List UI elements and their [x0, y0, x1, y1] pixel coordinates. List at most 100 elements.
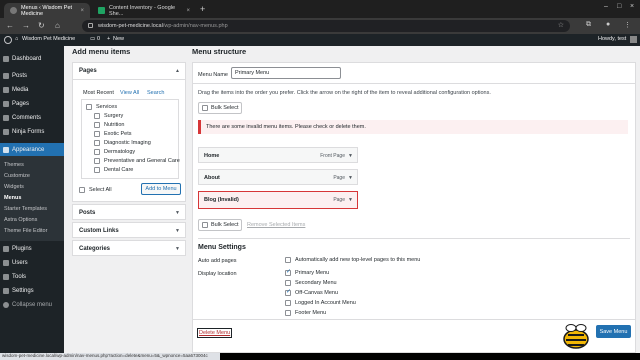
sidebar-item-appearance[interactable]: Appearance [0, 143, 64, 156]
bulk-select-button-bottom[interactable]: Bulk Select [198, 219, 242, 231]
submenu-astra-options[interactable]: Astra Options [4, 217, 37, 223]
bulk-select-button[interactable]: Bulk Select [198, 102, 242, 114]
bookmark-star-icon[interactable]: ☆ [558, 21, 564, 29]
list-item[interactable]: Nutrition [94, 122, 124, 128]
extensions-icon[interactable]: ⧉ [586, 21, 591, 29]
display-location-label: Display location [198, 271, 237, 277]
checkbox[interactable] [285, 288, 291, 296]
site-info-icon[interactable] [88, 23, 93, 28]
home-icon[interactable]: ⌂ [55, 21, 60, 30]
address-bar[interactable]: wisdom-pet-medicine.local/wp-admin/nav-m… [82, 20, 570, 32]
checkbox[interactable] [285, 280, 291, 286]
location-footer-menu[interactable]: Footer Menu [285, 310, 326, 316]
checkbox[interactable] [285, 300, 291, 306]
checkbox[interactable] [86, 104, 92, 110]
list-item[interactable]: Preventative and General Care [94, 158, 180, 164]
location-primary-menu[interactable]: Primary Menu [285, 268, 329, 276]
expand-arrow-icon[interactable]: ▼ [348, 153, 353, 159]
submenu-starter-templates[interactable]: Starter Templates [4, 206, 47, 212]
sidebar-item-tools[interactable]: Tools [0, 270, 64, 283]
add-to-menu-button[interactable]: Add to Menu [141, 183, 181, 195]
submenu-widgets[interactable]: Widgets [4, 184, 24, 190]
browser-tab-menus[interactable]: Menus ‹ Wisdom Pet Medicine × [4, 3, 90, 18]
browser-tab-content-inventory[interactable]: Content Inventory - Google She... × [92, 3, 196, 18]
menu-item-about[interactable]: About Page ▼ [198, 169, 358, 185]
submenu-theme-file-editor[interactable]: Theme File Editor [4, 228, 47, 234]
tab-view-all[interactable]: View All [120, 90, 139, 96]
pages-panel-title[interactable]: Pages [79, 68, 97, 74]
menu-item-blog-invalid[interactable]: Blog (Invalid) Page ▼ [198, 191, 358, 209]
select-all[interactable]: Select All [79, 187, 112, 193]
menu-item-home[interactable]: Home Front Page ▼ [198, 147, 358, 163]
submenu-customize[interactable]: Customize [4, 173, 30, 179]
close-tab-icon[interactable]: × [186, 8, 190, 14]
sidebar-item-comments[interactable]: Comments [0, 111, 64, 124]
list-item[interactable]: Exotic Pets [94, 131, 132, 137]
tab-most-recent[interactable]: Most Recent [83, 90, 114, 96]
list-item[interactable]: Services [86, 104, 117, 110]
expand-arrow-icon[interactable]: ▼ [348, 197, 353, 203]
list-item[interactable]: Dental Care [94, 167, 133, 173]
checkbox[interactable] [94, 140, 100, 146]
checkbox[interactable] [94, 149, 100, 155]
categories-panel[interactable]: Categories ▼ [72, 240, 186, 256]
collapse-menu-button[interactable]: Collapse menu [0, 298, 64, 311]
checkbox[interactable] [285, 268, 291, 276]
expand-arrow-icon[interactable]: ▼ [175, 228, 180, 234]
submenu-themes[interactable]: Themes [4, 162, 24, 168]
minimize-icon[interactable]: – [604, 3, 608, 10]
back-icon[interactable]: ← [6, 21, 14, 30]
sidebar-item-posts[interactable]: Posts [0, 69, 64, 82]
admin-bar-site-name[interactable]: Wisdom Pet Medicine [22, 36, 75, 42]
location-secondary-menu[interactable]: Secondary Menu [285, 280, 337, 286]
checkbox[interactable] [285, 257, 291, 263]
list-item[interactable]: Dermatology [94, 149, 135, 155]
location-off-canvas-menu[interactable]: Off-Canvas Menu [285, 288, 338, 296]
posts-panel[interactable]: Posts ▼ [72, 204, 186, 220]
close-tab-icon[interactable]: × [80, 8, 84, 14]
delete-menu-link[interactable]: Delete Menu [197, 328, 233, 338]
admin-bar-greeting[interactable]: Howdy, test [598, 36, 626, 42]
browser-menu-icon[interactable]: ⋮ [624, 21, 631, 29]
sidebar-item-dashboard[interactable]: Dashboard [0, 52, 64, 65]
admin-bar-new[interactable]: New [113, 36, 124, 42]
forward-icon[interactable]: → [22, 21, 30, 30]
expand-arrow-icon[interactable]: ▼ [175, 210, 180, 216]
avatar[interactable] [630, 36, 637, 43]
checkbox[interactable] [94, 122, 100, 128]
checkbox[interactable] [94, 131, 100, 137]
select-all-checkbox[interactable] [79, 187, 85, 193]
remove-selected-items-link[interactable]: Remove Selected Items [247, 222, 305, 228]
expand-arrow-icon[interactable]: ▼ [348, 175, 353, 181]
checkbox[interactable] [94, 167, 100, 173]
location-logged-in-account-menu[interactable]: Logged In Account Menu [285, 300, 356, 306]
new-tab-icon[interactable]: + [200, 4, 205, 14]
sidebar-item-ninja-forms[interactable]: Ninja Forms [0, 125, 64, 138]
sidebar-item-media[interactable]: Media [0, 83, 64, 96]
expand-arrow-icon[interactable]: ▼ [175, 246, 180, 252]
sidebar-item-plugins[interactable]: Plugins [0, 242, 64, 255]
checkbox[interactable] [202, 105, 208, 111]
list-item[interactable]: Surgery [94, 113, 123, 119]
comment-icon[interactable]: ▭ [90, 36, 95, 42]
sidebar-item-pages[interactable]: Pages [0, 97, 64, 110]
checkbox[interactable] [94, 158, 100, 164]
tab-search[interactable]: Search [147, 90, 164, 96]
wordpress-logo-icon[interactable] [4, 36, 12, 44]
sidebar-item-settings[interactable]: Settings [0, 284, 64, 297]
close-window-icon[interactable]: × [630, 3, 634, 10]
submenu-menus[interactable]: Menus [4, 195, 21, 201]
custom-links-panel[interactable]: Custom Links ▼ [72, 222, 186, 238]
maximize-icon[interactable]: □ [617, 3, 621, 10]
profile-icon[interactable]: ● [606, 21, 610, 28]
menu-name-input[interactable]: Primary Menu [231, 67, 341, 79]
checkbox[interactable] [202, 222, 208, 228]
auto-add-option[interactable]: Automatically add new top-level pages to… [285, 257, 420, 263]
list-item[interactable]: Diagnostic Imaging [94, 140, 151, 146]
checkbox[interactable] [94, 113, 100, 119]
checkbox[interactable] [285, 310, 291, 316]
collapse-arrow-icon[interactable]: ▲ [175, 68, 180, 74]
save-menu-button[interactable]: Save Menu [596, 325, 631, 338]
sidebar-item-users[interactable]: Users [0, 256, 64, 269]
reload-icon[interactable]: ↻ [38, 21, 45, 30]
